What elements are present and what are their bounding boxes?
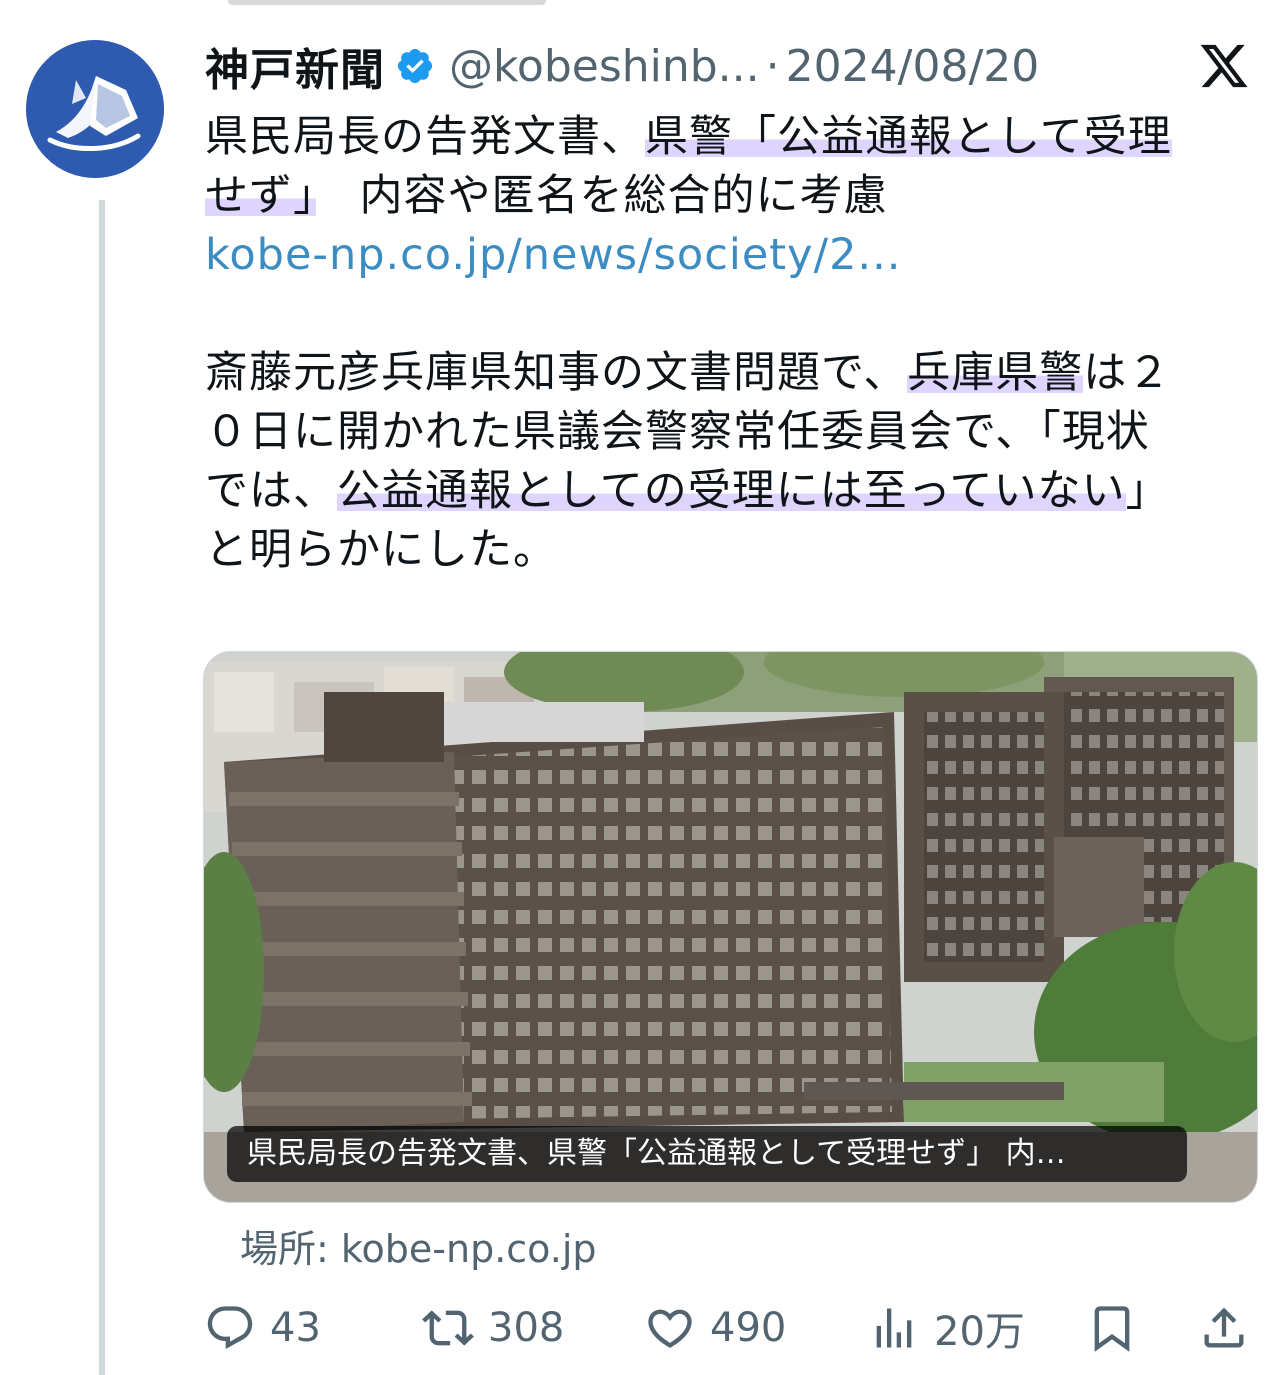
tweet-text-highlight: 公益通報としての受理には至っていない — [337, 466, 1126, 516]
tweet-text-segment: 県民局長の告発文書、 — [205, 112, 645, 162]
tweet-text-line: せず」 内容や匿名を総合的に考慮 — [205, 167, 1265, 226]
card-caption: 県民局長の告発文書、県警「公益通報として受理せず」 内… — [227, 1126, 1187, 1182]
retweet-icon — [422, 1310, 474, 1346]
tweet-text-line: では、公益通報としての受理には至っていない」 — [205, 462, 1265, 521]
tweet-body: 県民局長の告発文書、県警「公益通報として受理 せず」 内容や匿名を総合的に考慮 … — [205, 108, 1265, 580]
author-display-name[interactable]: 神戸新聞 — [205, 34, 385, 98]
tweet-text-segment: と明らかにした。 — [205, 525, 557, 575]
retweet-button[interactable]: 308 — [422, 1296, 564, 1360]
tweet-header: 神戸新聞 @kobeshinb... · 2024/08/20 — [205, 38, 1040, 97]
bookmark-icon — [1094, 1306, 1130, 1352]
tweet-text-line: ０日に開かれた県議会警察常任委員会で、「現状 — [205, 403, 1265, 462]
top-handle-bar — [228, 0, 546, 5]
tweet-text-line: kobe-np.co.jp/news/society/2... — [205, 226, 1265, 285]
bookmark-button[interactable] — [1086, 1296, 1138, 1360]
tweet-text-highlight: せず」 — [205, 171, 316, 221]
views-count: 20万 — [934, 1309, 1025, 1355]
heart-icon — [648, 1309, 692, 1348]
tweet-text-segment: は２ — [1083, 348, 1172, 398]
tweet-text-segment: 斎藤元彦兵庫県知事の文書問題で、 — [205, 348, 908, 398]
tweet-text-line: 県民局長の告発文書、県警「公益通報として受理 — [205, 108, 1265, 167]
author-handle[interactable]: @kobeshinb... — [449, 41, 760, 92]
verified-badge-icon — [397, 48, 433, 84]
action-bar: 43 308 490 20万 — [204, 1296, 1264, 1360]
avatar[interactable] — [26, 40, 164, 178]
kobe-shimbun-logo-icon — [26, 40, 164, 178]
reply-count: 43 — [270, 1305, 321, 1351]
hyogo-prefectural-office-photo — [204, 652, 1257, 1202]
share-button[interactable] — [1198, 1296, 1250, 1360]
like-count: 490 — [710, 1305, 787, 1351]
tweet-text-line: 斎藤元彦兵庫県知事の文書問題で、兵庫県警は２ — [205, 344, 1265, 403]
tweet-text-line: と明らかにした。 — [205, 521, 1265, 580]
tweet-text-segment: 内容や匿名を総合的に考慮 — [315, 171, 888, 221]
tweet-text-segment: 」 — [1125, 466, 1170, 516]
tweet-link[interactable]: kobe-np.co.jp/news/society/2... — [205, 230, 901, 280]
reply-button[interactable]: 43 — [204, 1296, 321, 1360]
tweet-text-highlight: 県警「公益通報として受理 — [645, 112, 1172, 162]
thread-line — [99, 200, 105, 1375]
header-separator: · — [765, 40, 780, 92]
card-source[interactable]: 場所: kobe-np.co.jp — [240, 1218, 597, 1273]
views-button[interactable]: 20万 — [868, 1296, 1025, 1360]
tweet-screen: 神戸新聞 @kobeshinb... · 2024/08/20 県民局長の告発文… — [0, 0, 1276, 1375]
link-preview-card[interactable]: 県民局長の告発文書、県警「公益通報として受理せず」 内… — [203, 651, 1258, 1203]
tweet-timestamp[interactable]: 2024/08/20 — [786, 41, 1040, 92]
retweet-count: 308 — [488, 1305, 565, 1351]
share-icon — [1204, 1307, 1244, 1348]
x-logo-icon[interactable] — [1198, 40, 1250, 92]
tweet-text-segment: ０日に開かれた県議会警察常任委員会で、「現状 — [205, 407, 1150, 457]
like-button[interactable]: 490 — [644, 1296, 786, 1360]
tweet-text-highlight: 兵庫県警 — [907, 348, 1084, 398]
reply-icon — [207, 1306, 253, 1350]
views-icon — [876, 1308, 912, 1348]
tweet-text-segment: では、 — [205, 466, 337, 516]
